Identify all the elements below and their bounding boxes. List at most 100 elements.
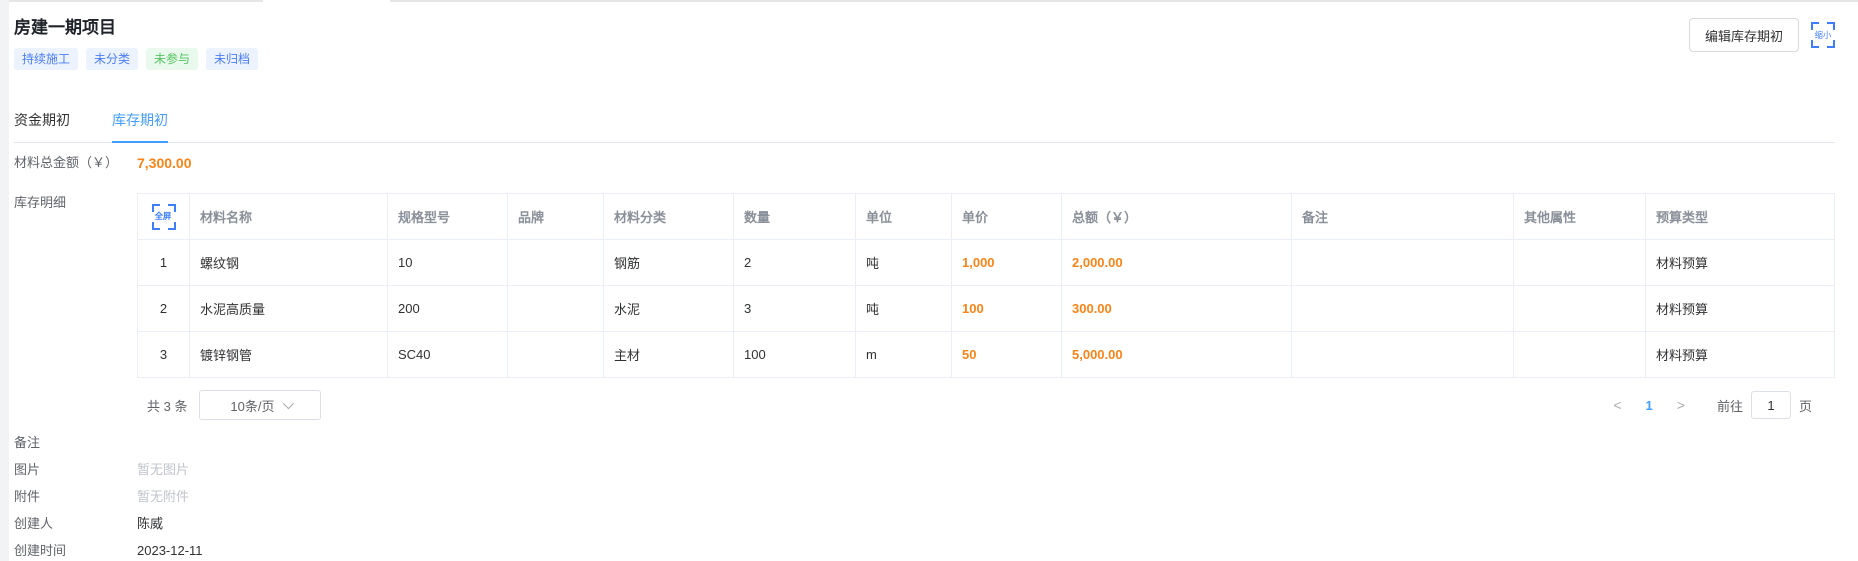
cell-index: 3 <box>137 331 190 378</box>
tab-initial-inventory[interactable]: 库存期初 <box>112 98 168 143</box>
col-header-material-name: 材料名称 <box>189 193 388 240</box>
goto-page-suffix: 页 <box>1798 398 1812 414</box>
col-header-brand: 品牌 <box>507 193 604 240</box>
inventory-table-wrap: 全屏 材料名称 规格型号 品牌 材料分类 数量 单位 单价 总额（￥） 备注 其… <box>137 193 1835 423</box>
cell-category: 主材 <box>603 331 734 378</box>
tab-bar: 资金期初 库存期初 <box>14 98 1835 143</box>
status-tag-construction: 持续施工 <box>14 48 79 70</box>
col-header-quantity: 数量 <box>733 193 856 240</box>
detail-value-no-attachment: 暂无附件 <box>137 489 190 504</box>
cell-spec: 10 <box>387 239 508 286</box>
detail-label: 图片 <box>14 462 41 477</box>
cell-unit: 吨 <box>855 239 952 286</box>
page-title: 房建一期项目 <box>14 18 116 37</box>
cell-budget: 材料预算 <box>1645 331 1835 378</box>
pagination-left: 共 3 条 10条/页 <box>137 390 322 420</box>
cell-brand <box>507 285 604 332</box>
cell-brand <box>507 239 604 286</box>
cell-total: 5,000.00 <box>1061 331 1292 378</box>
page-size-select[interactable]: 10条/页 <box>199 390 322 420</box>
inventory-table-header-row: 全屏 材料名称 规格型号 品牌 材料分类 数量 单位 单价 总额（￥） 备注 其… <box>137 193 1835 240</box>
cell-spec: 200 <box>387 285 508 332</box>
fullscreen-icon-label: 全屏 <box>155 211 172 221</box>
pagination-bar: 共 3 条 10条/页 < 1 > 前往 页 <box>137 387 1812 423</box>
fullscreen-icon[interactable]: 全屏 <box>150 203 178 230</box>
cell-remark <box>1291 331 1514 378</box>
cell-qty: 2 <box>733 239 856 286</box>
cell-name: 镀锌钢管 <box>189 331 388 378</box>
header-actions: 编辑库存期初 缩小 <box>1688 18 1837 52</box>
page-left-gutter <box>0 0 9 561</box>
col-header-spec: 规格型号 <box>387 193 508 240</box>
project-detail-panel: 房建一期项目 持续施工 未分类 未参与 未归档 编辑库存期初 缩小 资金期初 库… <box>9 0 1858 561</box>
cell-total: 300.00 <box>1061 285 1292 332</box>
inventory-table: 全屏 材料名称 规格型号 品牌 材料分类 数量 单位 单价 总额（￥） 备注 其… <box>137 193 1835 378</box>
next-page-icon[interactable]: > <box>1673 397 1689 413</box>
cell-other <box>1513 239 1646 286</box>
cell-remark <box>1291 239 1514 286</box>
tab-initial-funds[interactable]: 资金期初 <box>14 98 70 142</box>
cell-index: 1 <box>137 239 190 286</box>
detail-row-remark: 备注 <box>14 433 1858 452</box>
cell-brand <box>507 331 604 378</box>
pagination-total: 共 3 条 <box>147 398 188 414</box>
cell-index: 2 <box>137 285 190 332</box>
cell-budget: 材料预算 <box>1645 285 1835 332</box>
detail-row-image: 图片 暂无图片 <box>14 460 1858 479</box>
material-total-label: 材料总金额（￥） <box>14 155 119 170</box>
col-header-unit: 单位 <box>855 193 952 240</box>
page-size-value: 10条/页 <box>230 398 275 414</box>
cell-price: 100 <box>951 285 1062 332</box>
inventory-detail-row: 库存明细 全屏 材料名称 规格型号 品牌 材料分类 数量 单位 单价 总额（￥）… <box>14 193 1858 423</box>
material-total-value: 7,300.00 <box>137 155 192 171</box>
collapse-icon[interactable]: 缩小 <box>1809 22 1837 48</box>
detail-label: 备注 <box>14 435 41 450</box>
detail-value-no-image: 暂无图片 <box>137 462 190 477</box>
cell-total: 2,000.00 <box>1061 239 1292 286</box>
status-tag-unarchived: 未归档 <box>206 48 259 70</box>
cell-price: 1,000 <box>951 239 1062 286</box>
detail-row-create-time: 创建时间 2023-12-11 <box>14 541 1858 560</box>
detail-label: 附件 <box>14 489 41 504</box>
col-header-other-attrs: 其他属性 <box>1513 193 1646 240</box>
cell-other <box>1513 331 1646 378</box>
detail-value-creator: 陈威 <box>137 516 164 531</box>
detail-label: 创建时间 <box>14 543 67 558</box>
col-header-unit-price: 单价 <box>951 193 1062 240</box>
detail-value-create-time: 2023-12-11 <box>137 543 203 558</box>
status-tag-not-joined: 未参与 <box>146 48 199 70</box>
prev-page-icon[interactable]: < <box>1609 397 1625 413</box>
cell-category: 钢筋 <box>603 239 734 286</box>
cell-spec: SC40 <box>387 331 508 378</box>
col-header-budget-type: 预算类型 <box>1645 193 1835 240</box>
fullscreen-header-cell: 全屏 <box>137 193 190 240</box>
edit-inventory-button[interactable]: 编辑库存期初 <box>1688 18 1799 52</box>
goto-label: 前往 <box>1716 398 1743 414</box>
inventory-table-body: 1 螺纹钢 10 钢筋 2 吨 1,000 2,000.00 材料预算 2 水泥高质量 200 水泥 3 吨… <box>137 239 1835 378</box>
col-header-category: 材料分类 <box>603 193 734 240</box>
goto-page-input[interactable] <box>1750 391 1791 419</box>
inventory-detail-label: 库存明细 <box>14 195 67 210</box>
table-row: 3 镀锌钢管 SC40 主材 100 m 50 5,000.00 材料预算 <box>137 331 1835 378</box>
cell-name: 水泥高质量 <box>189 285 388 332</box>
col-header-total: 总额（￥） <box>1061 193 1292 240</box>
pagination-right: < 1 > 前往 页 <box>1609 391 1812 419</box>
table-row: 2 水泥高质量 200 水泥 3 吨 100 300.00 材料预算 <box>137 285 1835 332</box>
cell-remark <box>1291 285 1514 332</box>
cell-budget: 材料预算 <box>1645 239 1835 286</box>
cell-qty: 100 <box>733 331 856 378</box>
cell-unit: m <box>855 331 952 378</box>
cell-price: 50 <box>951 331 1062 378</box>
current-page-number[interactable]: 1 <box>1640 398 1659 413</box>
cell-qty: 3 <box>733 285 856 332</box>
cell-unit: 吨 <box>855 285 952 332</box>
detail-row-creator: 创建人 陈威 <box>14 514 1858 533</box>
detail-row-attachment: 附件 暂无附件 <box>14 487 1858 506</box>
cell-name: 螺纹钢 <box>189 239 388 286</box>
chevron-down-icon <box>282 397 294 410</box>
detail-label: 创建人 <box>14 516 54 531</box>
goto-page-group: 前往 页 <box>1717 391 1812 419</box>
material-total-row: 材料总金额（￥） 7,300.00 <box>14 152 1858 174</box>
meta-details: 备注 图片 暂无图片 附件 暂无附件 创建人 陈威 创建时间 2023-12-1… <box>14 433 1858 560</box>
status-tag-row: 持续施工 未分类 未参与 未归档 <box>14 48 1858 70</box>
